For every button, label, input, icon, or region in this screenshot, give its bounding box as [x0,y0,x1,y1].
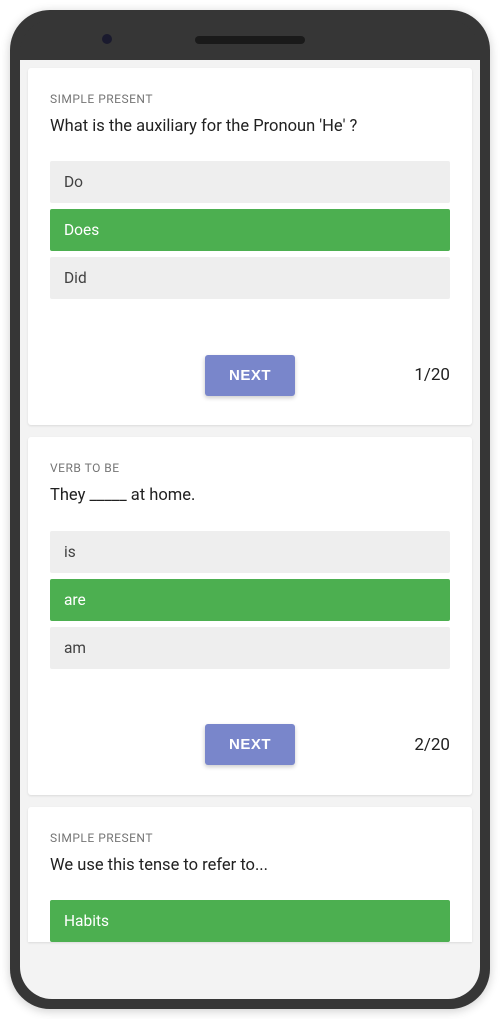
category-label: SIMPLE PRESENT [50,831,450,845]
next-button[interactable]: NEXT [205,355,295,396]
answer-option[interactable]: Do [50,161,450,203]
quiz-card: VERB TO BE They _____ at home. is are am… [28,437,472,794]
answer-option-selected[interactable]: Does [50,209,450,251]
progress-counter: 1/20 [414,365,450,385]
question-text: They _____ at home. [50,485,450,506]
phone-inner: SIMPLE PRESENT What is the auxiliary for… [20,20,480,999]
question-text: What is the auxiliary for the Pronoun 'H… [50,116,450,137]
quiz-card: SIMPLE PRESENT We use this tense to refe… [28,807,472,942]
status-bar [20,20,480,60]
answer-option[interactable]: am [50,627,450,669]
answer-option[interactable]: is [50,531,450,573]
card-footer: NEXT 2/20 [50,723,450,767]
category-label: VERB TO BE [50,461,450,475]
category-label: SIMPLE PRESENT [50,92,450,106]
speaker-icon [195,36,305,44]
question-text: We use this tense to refer to... [50,855,450,876]
screen: SIMPLE PRESENT What is the auxiliary for… [20,60,480,999]
quiz-card: SIMPLE PRESENT What is the auxiliary for… [28,68,472,425]
answer-option-selected[interactable]: Habits [50,900,450,942]
next-button[interactable]: NEXT [205,724,295,765]
answer-option-selected[interactable]: are [50,579,450,621]
answer-option[interactable]: Did [50,257,450,299]
camera-dot-icon [102,34,112,44]
card-footer: NEXT 1/20 [50,353,450,397]
phone-frame: SIMPLE PRESENT What is the auxiliary for… [10,10,490,1009]
progress-counter: 2/20 [414,735,450,755]
